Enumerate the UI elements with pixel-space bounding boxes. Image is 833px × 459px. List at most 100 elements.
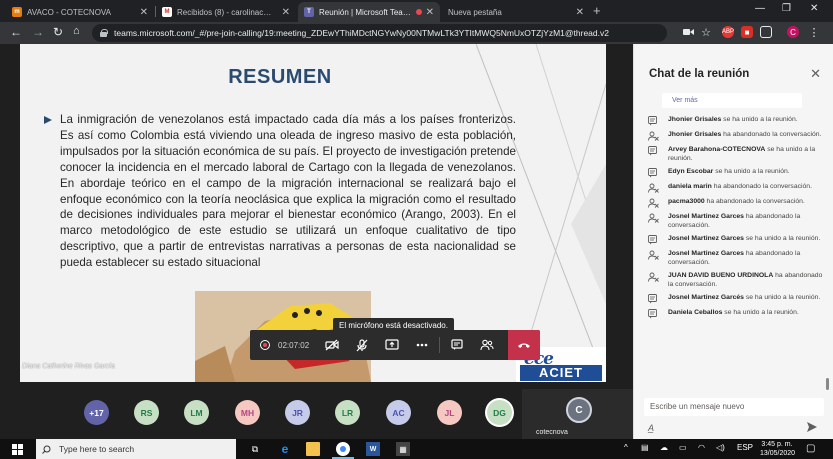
menu-kebab-icon[interactable]: ⋮ xyxy=(808,26,820,39)
tab-new[interactable]: Nueva pestaña ✕ xyxy=(442,2,590,22)
language-indicator[interactable]: ESP xyxy=(737,443,753,452)
tab-title: Nueva pestaña xyxy=(448,7,502,17)
battery-icon[interactable]: ▭ xyxy=(679,443,687,452)
chat-event-list: Jhonier Grisales se ha unido a la reunió… xyxy=(648,116,824,324)
file-explorer-icon[interactable] xyxy=(306,442,320,456)
restore-icon[interactable]: ❐ xyxy=(782,3,791,14)
show-participants-button[interactable] xyxy=(472,330,502,360)
chat-event-name: daniela marin xyxy=(668,183,712,190)
format-icon[interactable]: A̲ xyxy=(648,423,654,433)
chat-event-name: Jhonier Grisales xyxy=(668,131,722,138)
calculator-icon[interactable]: ▦ xyxy=(396,442,410,456)
extension-red-icon[interactable]: ■ xyxy=(741,26,753,38)
chat-event-message: se ha unido a la reunión. xyxy=(722,309,799,316)
participant-avatar[interactable]: MH xyxy=(235,400,260,425)
participant-avatar[interactable]: AC xyxy=(386,400,411,425)
profile-avatar[interactable]: C xyxy=(787,26,799,38)
participant-avatar[interactable]: DG xyxy=(487,400,512,425)
person-leave-icon xyxy=(648,250,659,260)
camera-icon[interactable] xyxy=(682,26,694,38)
adblock-icon[interactable]: ABP xyxy=(722,26,734,38)
close-tab-icon[interactable]: ✕ xyxy=(282,7,290,18)
tab-avaco[interactable]: m AVACO - COTECNOVA ✕ xyxy=(6,2,154,22)
participant-avatar[interactable]: JL xyxy=(437,400,462,425)
close-window-icon[interactable]: ✕ xyxy=(810,3,818,14)
clock[interactable]: 3:45 p. m. 13/05/2020 xyxy=(760,440,796,458)
notifications-icon[interactable]: ▢ xyxy=(806,443,815,454)
home-icon[interactable]: ⌂ xyxy=(73,25,80,37)
share-screen-button[interactable] xyxy=(377,330,407,360)
task-view-icon[interactable]: ⧉ xyxy=(248,442,262,456)
show-chat-button[interactable] xyxy=(442,330,472,360)
volume-icon[interactable]: ◁) xyxy=(716,443,725,452)
star-icon[interactable]: ☆ xyxy=(700,26,712,39)
word-icon[interactable]: W xyxy=(366,442,380,456)
person-leave-icon xyxy=(648,198,659,208)
chat-event-name: Edyn Escobar xyxy=(668,168,714,175)
windows-start-icon[interactable] xyxy=(12,444,23,455)
person-leave-icon xyxy=(648,131,659,141)
close-tab-icon[interactable]: ✕ xyxy=(576,7,584,18)
close-tab-icon[interactable]: ✕ xyxy=(426,7,434,18)
send-icon[interactable] xyxy=(807,422,817,432)
recording-dot-icon xyxy=(415,9,422,15)
more-participants-avatar[interactable]: +17 xyxy=(84,400,109,425)
chat-event-item: Josnel Martinez Garces ha abandonado la … xyxy=(648,250,824,267)
tab-gmail[interactable]: M Recibidos (8) - carolinacm@cotecnova ✕ xyxy=(156,2,296,22)
meeting-join-icon xyxy=(648,235,659,245)
chat-event-text: Jhonier Grisales se ha unido a la reunió… xyxy=(668,116,824,125)
cloud-icon[interactable]: ☁ xyxy=(660,443,668,452)
chat-event-item: Edyn Escobar se ha unido a la reunión. xyxy=(648,168,824,178)
chat-event-name: Josnel Martinez Garces xyxy=(668,235,744,242)
participant-avatar[interactable]: JR xyxy=(285,400,310,425)
minimize-icon[interactable]: — xyxy=(755,3,765,14)
hang-up-button[interactable] xyxy=(508,330,540,360)
clock-date: 13/05/2020 xyxy=(760,450,796,457)
chat-event-text: Josnel Martinez Garces se ha unido a la … xyxy=(668,235,824,244)
tab-teams[interactable]: T Reunión | Microsoft Teams ✕ xyxy=(298,2,440,22)
logo-text: ACIET xyxy=(520,365,602,381)
chat-event-text: JUAN DAVID BUENO URDINOLA ha abandonado … xyxy=(668,272,824,289)
edge-icon[interactable]: e xyxy=(278,442,292,456)
new-tab-button[interactable]: + xyxy=(593,3,601,18)
see-more-link[interactable]: Ver más xyxy=(662,93,802,108)
chat-event-item: Jhonier Grisales se ha unido a la reunió… xyxy=(648,116,824,126)
taskbar-search[interactable]: Type here to search xyxy=(36,439,236,459)
chat-event-name: Arvey Barahona-COTECNOVA xyxy=(668,146,766,153)
close-chat-icon[interactable]: ✕ xyxy=(810,66,821,82)
teams-meeting: RESUMEN La inmigración de venezolanos es… xyxy=(0,44,833,439)
screen: m AVACO - COTECNOVA ✕ M Recibidos (8) - … xyxy=(0,0,833,459)
camera-off-button[interactable] xyxy=(317,330,347,360)
address-bar[interactable]: teams.microsoft.com/_#/pre-join-calling/… xyxy=(92,24,667,42)
chat-event-name: Josnel Martinez Garcés xyxy=(668,294,744,301)
meeting-stage: RESUMEN La inmigración de venezolanos es… xyxy=(0,44,633,439)
participant-avatar[interactable]: LM xyxy=(184,400,209,425)
forward-icon[interactable]: → xyxy=(32,25,44,39)
moodle-icon: m xyxy=(12,7,22,17)
person-leave-icon xyxy=(648,213,659,223)
wifi-icon[interactable]: ◠ xyxy=(698,443,705,452)
chat-event-text: Josnel Martinez Garcés se ha unido a la … xyxy=(668,294,824,303)
chat-event-name: pacma3000 xyxy=(668,198,705,205)
back-icon[interactable]: ← xyxy=(10,25,22,39)
mic-off-button[interactable] xyxy=(347,330,377,360)
more-actions-button[interactable] xyxy=(407,330,437,360)
chat-event-message: se ha unido a la reunión. xyxy=(743,235,821,242)
tray-chevron-icon[interactable]: ^ xyxy=(624,443,628,452)
participant-avatar[interactable]: RS xyxy=(134,400,159,425)
participant-avatar[interactable]: LR xyxy=(335,400,360,425)
search-placeholder: Type here to search xyxy=(59,444,135,454)
meeting-join-icon xyxy=(648,294,659,304)
chat-event-name: Josnel Martinez Garces xyxy=(668,250,744,257)
divider xyxy=(439,337,441,353)
clock-time: 3:45 p. m. xyxy=(761,441,793,448)
reload-icon[interactable]: ↻ xyxy=(53,25,63,39)
extension-icon[interactable] xyxy=(760,26,772,38)
message-input[interactable]: Escribe un mensaje nuevo xyxy=(644,398,824,416)
chat-scrollbar[interactable] xyxy=(826,378,829,390)
chrome-icon[interactable] xyxy=(336,442,350,456)
close-tab-icon[interactable]: ✕ xyxy=(140,7,148,18)
meeting-join-icon xyxy=(648,309,659,319)
tray-app-icon[interactable]: ▤ xyxy=(641,443,649,452)
participants-icon xyxy=(480,339,494,351)
